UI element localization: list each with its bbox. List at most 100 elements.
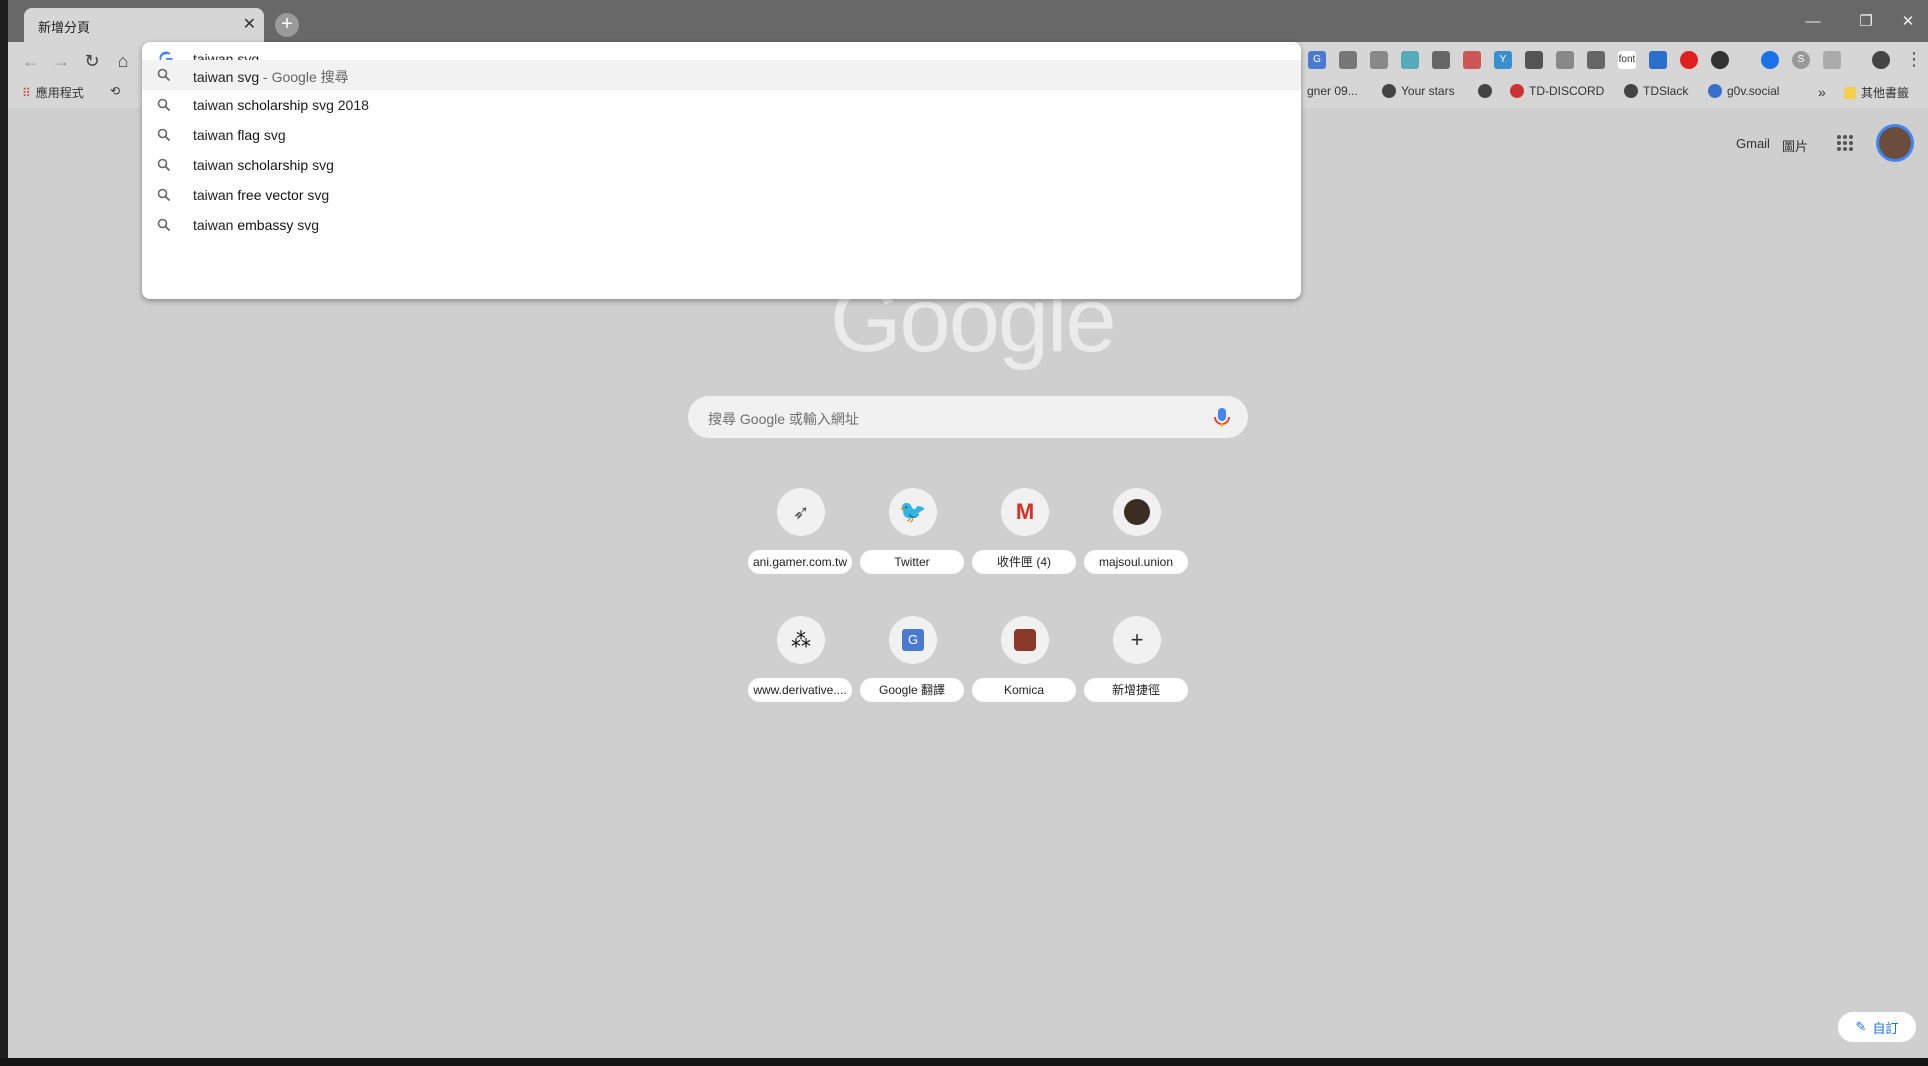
- bookmark-label: gner 09...: [1307, 84, 1358, 98]
- extension-icon[interactable]: [1339, 51, 1357, 69]
- apps-grid-icon: ⠿: [22, 85, 31, 100]
- suggestion-completion: flag: [237, 127, 260, 143]
- account-avatar[interactable]: [1876, 124, 1914, 162]
- extension-icon[interactable]: [1463, 51, 1481, 69]
- shortcut-tile[interactable]: majsoul.union: [1082, 488, 1192, 588]
- back-button[interactable]: ←: [20, 50, 42, 72]
- bookmarks-overflow-button[interactable]: »: [1818, 84, 1826, 100]
- suggestion-query: taiwan svg: [193, 69, 260, 85]
- new-tab-button[interactable]: +: [275, 13, 299, 37]
- bookmark-partial[interactable]: gner 09...: [1307, 84, 1358, 98]
- suggestion-text: taiwan scholarship svg: [193, 157, 334, 173]
- shortcut-label: Twitter: [860, 550, 964, 574]
- forward-button[interactable]: →: [50, 50, 72, 72]
- shortcut-tile[interactable]: Komica: [970, 616, 1080, 716]
- omnibox-suggestion[interactable]: taiwan flag svg: [142, 120, 1301, 150]
- drive-extension-icon[interactable]: [1370, 51, 1388, 69]
- suggestion-suffix: svg: [303, 187, 330, 203]
- extension-icon[interactable]: [1823, 51, 1841, 69]
- search-icon: [157, 68, 171, 82]
- dark-mode-extension-icon[interactable]: [1711, 51, 1729, 69]
- bookmark-label: TDSlack: [1643, 84, 1689, 98]
- extension-icon[interactable]: S: [1792, 51, 1810, 69]
- extension-icon[interactable]: [1587, 51, 1605, 69]
- bookmark-tdslack[interactable]: TDSlack: [1624, 84, 1688, 98]
- images-link[interactable]: 圖片: [1782, 136, 1808, 155]
- translate-extension-icon[interactable]: G: [1308, 51, 1326, 69]
- omnibox-suggestion[interactable]: taiwan scholarship svg: [142, 150, 1301, 180]
- gmail-link[interactable]: Gmail: [1736, 136, 1770, 151]
- suggestion-query: taiwan: [193, 127, 238, 143]
- shortcut-label: Komica: [972, 678, 1076, 702]
- suggestion-query: taiwan: [193, 97, 238, 113]
- shortcut-tile[interactable]: ➶ ani.gamer.com.tw: [746, 488, 856, 588]
- bookmark-td-discord[interactable]: TD-DISCORD: [1510, 84, 1604, 98]
- globe-icon: [1478, 84, 1492, 98]
- google-apps-icon[interactable]: [1836, 134, 1854, 152]
- reader-extension-icon[interactable]: [1525, 51, 1543, 69]
- mastodon-icon: [1708, 84, 1722, 98]
- folder-icon: [1844, 86, 1856, 99]
- suggestion-query: taiwan: [193, 217, 238, 233]
- shortcut-label: 收件匣 (4): [972, 550, 1076, 574]
- direct-link-extension-icon[interactable]: [1401, 51, 1419, 69]
- history-icon[interactable]: ⟲: [110, 84, 120, 98]
- bookmark-globe[interactable]: [1478, 84, 1492, 98]
- plus-icon: +: [1113, 616, 1161, 664]
- suggestion-text: taiwan free vector svg: [193, 187, 329, 203]
- microphone-icon[interactable]: [1212, 407, 1232, 429]
- suggestion-text: taiwan scholarship svg 2018: [193, 97, 369, 113]
- taskbar: [0, 1058, 1928, 1066]
- suggestion-query: taiwan: [193, 157, 238, 173]
- github-icon: [1382, 84, 1396, 98]
- suggestion-suffix: svg: [293, 217, 320, 233]
- menu-kebab-icon[interactable]: ⋮: [1903, 48, 1925, 70]
- pencil-icon: ✎: [1855, 1019, 1867, 1034]
- suggestion-completion: embassy: [237, 217, 294, 233]
- omnibox-suggestion[interactable]: taiwan embassy svg: [142, 210, 1301, 240]
- globe-icon: [1624, 84, 1638, 98]
- shortcut-tile[interactable]: G Google 翻譯: [858, 616, 968, 716]
- extension-icon[interactable]: [1649, 51, 1667, 69]
- close-window-button[interactable]: ✕: [1888, 10, 1928, 34]
- shortcut-label: 新增捷徑: [1084, 678, 1188, 702]
- bookmark-apps[interactable]: ⠿ 應用程式: [22, 84, 84, 101]
- suggestion-suffix: svg 2018: [308, 97, 369, 113]
- discord-icon: [1510, 84, 1524, 98]
- extension-icon[interactable]: [1556, 51, 1574, 69]
- suggestion-completion: scholarship: [237, 97, 309, 113]
- profile-avatar-icon[interactable]: [1872, 51, 1890, 69]
- shortcut-label: Google 翻譯: [860, 678, 964, 702]
- suggestion-completion: scholarship: [237, 157, 309, 173]
- opera-extension-icon[interactable]: [1680, 51, 1698, 69]
- reload-button[interactable]: ↻: [81, 50, 103, 72]
- restore-button[interactable]: ❐: [1846, 10, 1886, 34]
- close-tab-icon[interactable]: ✕: [243, 14, 256, 34]
- home-button[interactable]: ⌂: [112, 50, 134, 72]
- bookmark-label: 其他書籤: [1861, 86, 1910, 100]
- suggestion-suffix: - Google 搜尋: [259, 69, 349, 85]
- extension-icon[interactable]: [1761, 51, 1779, 69]
- search-icon: [157, 188, 171, 202]
- extension-icon[interactable]: Y: [1494, 51, 1512, 69]
- extension-icon[interactable]: [1432, 51, 1450, 69]
- omnibox-suggestion[interactable]: taiwan free vector svg: [142, 180, 1301, 210]
- bookmark-other-folder[interactable]: 其他書籤: [1844, 84, 1909, 101]
- shortcut-tile[interactable]: M 收件匣 (4): [970, 488, 1080, 588]
- tab-new-tab[interactable]: 新增分頁 ✕: [24, 8, 264, 42]
- search-input[interactable]: 搜尋 Google 或輸入網址: [688, 396, 1248, 438]
- bookmark-your-stars[interactable]: Your stars: [1382, 84, 1455, 98]
- omnibox-suggestion[interactable]: taiwan svg - Google 搜尋: [142, 60, 1301, 90]
- customize-button[interactable]: ✎ 自訂: [1838, 1012, 1916, 1042]
- google-translate-icon: G: [889, 616, 937, 664]
- bookmark-g0v-social[interactable]: g0v.social: [1708, 84, 1779, 98]
- tab-title: 新增分頁: [38, 20, 91, 35]
- shortcut-tile[interactable]: 🐦 Twitter: [858, 488, 968, 588]
- font-extension-icon[interactable]: font: [1618, 51, 1636, 69]
- omnibox-dropdown: taiwan svg taiwan svg - Google 搜尋 taiwan …: [142, 42, 1301, 299]
- minimize-button[interactable]: —: [1793, 10, 1833, 34]
- shortcut-tile[interactable]: ⁂ www.derivative....: [746, 616, 856, 716]
- add-shortcut-tile[interactable]: + 新增捷徑: [1082, 616, 1192, 716]
- bookmark-label: Your stars: [1401, 84, 1455, 98]
- omnibox-suggestion[interactable]: taiwan scholarship svg 2018: [142, 90, 1301, 120]
